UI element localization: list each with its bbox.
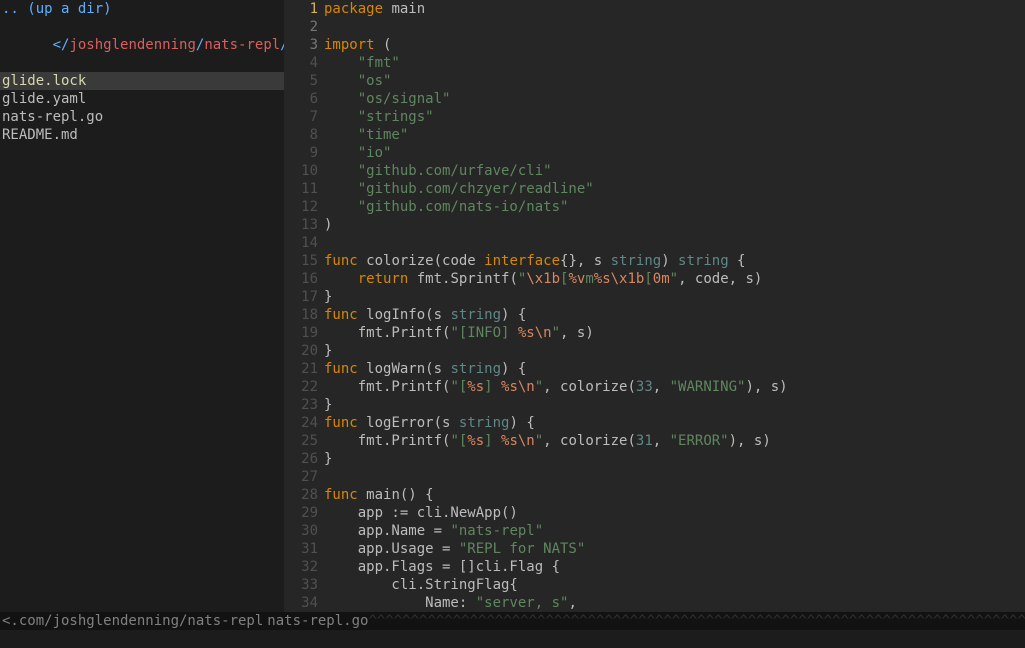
status-bar: <.com/joshglendenning/nats-repl nats-rep… <box>0 612 1025 630</box>
code-line[interactable]: } <box>324 342 1025 360</box>
code-line[interactable]: func logError(s string) { <box>324 414 1025 432</box>
file-entry[interactable]: nats-repl.go <box>0 108 284 126</box>
code-line[interactable] <box>324 18 1025 36</box>
code-line[interactable]: app.Flags = []cli.Flag { <box>324 558 1025 576</box>
code-editor[interactable]: package main import ( "fmt" "os" "os/sig… <box>324 0 1025 612</box>
status-filename: nats-repl.go <box>263 612 368 630</box>
code-line[interactable]: cli.StringFlag{ <box>324 576 1025 594</box>
code-line[interactable]: func logInfo(s string) { <box>324 306 1025 324</box>
code-line[interactable] <box>324 234 1025 252</box>
code-line[interactable]: func logWarn(s string) { <box>324 360 1025 378</box>
code-line[interactable]: app.Name = "nats-repl" <box>324 522 1025 540</box>
code-line[interactable]: "io" <box>324 144 1025 162</box>
file-tree-sidebar[interactable]: .. (up a dir) </joshglendenning/nats-rep… <box>0 0 284 612</box>
file-entry[interactable]: glide.lock <box>0 72 284 90</box>
code-line[interactable]: "github.com/nats-io/nats" <box>324 198 1025 216</box>
code-line[interactable]: "time" <box>324 126 1025 144</box>
code-line[interactable]: Name: "server, s", <box>324 594 1025 612</box>
code-line[interactable]: func main() { <box>324 486 1025 504</box>
code-line[interactable]: import ( <box>324 36 1025 54</box>
file-entry[interactable]: glide.yaml <box>0 90 284 108</box>
up-dir-entry[interactable]: .. (up a dir) <box>0 0 284 18</box>
code-line[interactable]: ) <box>324 216 1025 234</box>
code-line[interactable]: "github.com/urfave/cli" <box>324 162 1025 180</box>
code-line[interactable]: } <box>324 396 1025 414</box>
code-line[interactable]: return fmt.Sprintf("\x1b[%vm%s\x1b[0m", … <box>324 270 1025 288</box>
code-line[interactable]: package main <box>324 0 1025 18</box>
code-line[interactable]: "strings" <box>324 108 1025 126</box>
status-left-path: <.com/joshglendenning/nats-repl <box>0 612 263 630</box>
line-number-gutter: 1234567891011121314151617181920212223242… <box>284 0 324 612</box>
code-line[interactable]: } <box>324 288 1025 306</box>
code-line[interactable]: fmt.Printf("[INFO] %s\n", s) <box>324 324 1025 342</box>
code-line[interactable]: app.Usage = "REPL for NATS" <box>324 540 1025 558</box>
code-line[interactable]: fmt.Printf("[%s] %s\n", colorize(33, "WA… <box>324 378 1025 396</box>
code-line[interactable]: } <box>324 450 1025 468</box>
code-line[interactable]: fmt.Printf("[%s] %s\n", colorize(31, "ER… <box>324 432 1025 450</box>
code-line[interactable]: "os" <box>324 72 1025 90</box>
status-fill: ^^^^^^^^^^^^^^^^^^^^^^^^^^^^^^^^^^^^^^^^… <box>368 612 1025 630</box>
code-line[interactable] <box>324 468 1025 486</box>
code-line[interactable]: "os/signal" <box>324 90 1025 108</box>
current-path: </joshglendenning/nats-repl/ <box>0 18 284 72</box>
code-line[interactable]: app := cli.NewApp() <box>324 504 1025 522</box>
code-line[interactable]: "github.com/chzyer/readline" <box>324 180 1025 198</box>
command-line[interactable] <box>0 630 1025 648</box>
code-line[interactable]: func colorize(code interface{}, s string… <box>324 252 1025 270</box>
code-line[interactable]: "fmt" <box>324 54 1025 72</box>
file-entry[interactable]: README.md <box>0 126 284 144</box>
